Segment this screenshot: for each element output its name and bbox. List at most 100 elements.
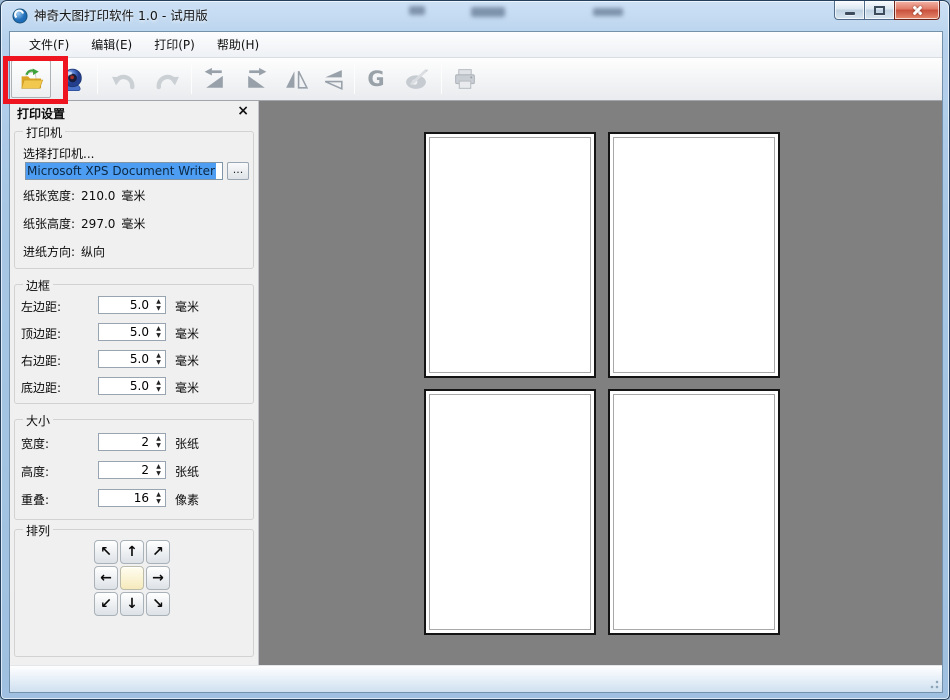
select-printer-label: 选择打印机... [23,147,95,161]
spin-value: 5.0 [129,379,149,393]
printer-name-input[interactable]: Microsoft XPS Document Writer [25,162,223,180]
arrange-up-left-button[interactable]: ↖ [94,540,118,564]
margin-left-spinbox[interactable]: 5.0 ▲ ▼ [98,296,166,314]
window-title: 神奇大图打印软件 1.0 - 试用版 [34,8,208,23]
spin-up-button[interactable]: ▲ [156,491,161,498]
watermark-smudge [471,7,505,17]
window-controls [834,1,940,20]
spin-down-button[interactable]: ▼ [156,305,161,312]
spin-up-button[interactable]: ▲ [156,352,161,359]
menu-file[interactable]: 文件(F) [18,32,80,57]
unit-label: 毫米 [175,327,200,341]
panel-header: 打印设置 × [10,103,258,123]
spin-up-button[interactable]: ▲ [156,379,161,386]
spin-up-button[interactable]: ▲ [156,325,161,332]
border-group: 边框 左边距: 5.0 ▲ ▼ 毫米 顶边距: 5.0 ▲ ▼ 毫米 右边距: … [14,277,254,404]
minimize-button[interactable] [834,1,864,20]
app-window: 神奇大图打印软件 1.0 - 试用版 文件(F) 编辑(E) 打印(P) 帮助(… [0,0,950,700]
client-area: 文件(F) 编辑(E) 打印(P) 帮助(H) G 打印设置 × 打印机 选择打… [9,31,943,693]
watermark-smudge [593,8,623,16]
page-margin-line [613,394,775,630]
unit-label: 张纸 [175,437,200,451]
arrange-up-right-button[interactable]: ↗ [146,540,170,564]
unit-label: 毫米 [175,381,200,395]
spin-up-button[interactable]: ▲ [156,463,161,470]
margin-bottom-label: 底边距: [21,381,62,395]
arrange-down-right-button[interactable]: ↘ [146,592,170,616]
close-icon [911,4,924,17]
printer-group: 打印机 选择打印机... Microsoft XPS Document Writ… [14,124,254,269]
arrange-right-button[interactable]: → [146,566,170,590]
resize-grip[interactable] [927,677,939,689]
spin-down-button[interactable]: ▼ [156,332,161,339]
close-button[interactable] [894,1,940,20]
browse-printer-button[interactable]: ... [227,162,249,180]
panel-title: 打印设置 [17,107,66,121]
print-button[interactable] [444,60,486,98]
sheets-wide-spinbox[interactable]: 2 ▲ ▼ [98,433,166,451]
spin-value: 2 [141,463,149,477]
margin-top-row: 顶边距: 5.0 ▲ ▼ 毫米 [15,323,253,341]
spin-up-button[interactable]: ▲ [156,298,161,305]
arrange-down-button[interactable]: ↓ [120,592,144,616]
sheets-high-row: 高度: 2 ▲ ▼ 张纸 [15,461,253,479]
printer-group-label: 打印机 [23,124,66,141]
unit-label: 张纸 [175,465,200,479]
margin-bottom-row: 底边距: 5.0 ▲ ▼ 毫米 [15,377,253,395]
arrange-left-button[interactable]: ← [94,566,118,590]
margin-right-spinbox[interactable]: 5.0 ▲ ▼ [98,350,166,368]
margin-right-label: 右边距: [21,354,62,368]
title-bar[interactable]: 神奇大图打印软件 1.0 - 试用版 [1,1,949,31]
spin-down-button[interactable]: ▼ [156,470,161,477]
margin-top-label: 顶边距: [21,327,62,341]
palette-button[interactable] [396,60,438,98]
paper-width-row: 纸张宽度: 210.0 毫米 [23,187,145,204]
palette-icon [406,68,429,89]
sheets-high-spinbox[interactable]: 2 ▲ ▼ [98,461,166,479]
overlap-row: 重叠: 16 ▲ ▼ 像素 [15,489,253,507]
preview-page-4 [608,389,780,635]
unit-label: 像素 [175,493,200,507]
paper-width-label: 纸张宽度: [23,189,76,203]
arrange-down-left-button[interactable]: ↙ [94,592,118,616]
flip-vertical-button[interactable] [314,60,352,98]
spin-down-button[interactable]: ▼ [156,386,161,393]
page-margin-line [613,137,775,373]
margin-left-label: 左边距: [21,300,62,314]
toolbar-separator [97,64,98,94]
spin-up-button[interactable]: ▲ [156,435,161,442]
overlap-label: 重叠: [21,493,50,507]
undo-icon [112,74,135,90]
rotate-right-button[interactable] [236,60,276,98]
menu-print[interactable]: 打印(P) [143,32,206,57]
spin-down-button[interactable]: ▼ [156,359,161,366]
margin-bottom-spinbox[interactable]: 5.0 ▲ ▼ [98,377,166,395]
overlap-spinbox[interactable]: 16 ▲ ▼ [98,489,166,507]
redo-button[interactable] [146,60,190,98]
size-group-label: 大小 [23,412,54,429]
size-group: 大小 宽度: 2 ▲ ▼ 张纸 高度: 2 ▲ ▼ 张纸 重叠: 16 ▲ ▼ … [14,412,254,520]
arrange-center-cell[interactable] [120,566,144,590]
menu-edit[interactable]: 编辑(E) [80,32,143,57]
print-settings-panel: 打印设置 × 打印机 选择打印机... Microsoft XPS Docume… [10,101,259,665]
toolbar: G [10,58,942,101]
preview-page-3 [424,389,596,635]
arrange-group: 排列 ↖ ↑ ↗ ← → ↙ ↓ ↘ [14,522,254,657]
margin-right-row: 右边距: 5.0 ▲ ▼ 毫米 [15,350,253,368]
preview-page-2 [608,132,780,378]
margin-top-spinbox[interactable]: 5.0 ▲ ▼ [98,323,166,341]
panel-close-button[interactable]: × [237,103,249,119]
rotate-left-icon [204,67,223,88]
rotate-left-button[interactable] [194,60,234,98]
preview-canvas[interactable] [259,101,942,665]
maximize-button[interactable] [864,1,894,20]
undo-button[interactable] [101,60,145,98]
spin-value: 5.0 [129,298,149,312]
flip-horizontal-button[interactable] [276,60,316,98]
flip-vertical-icon [324,69,343,90]
menu-help[interactable]: 帮助(H) [206,32,270,57]
spin-down-button[interactable]: ▼ [156,498,161,505]
spin-down-button[interactable]: ▼ [156,442,161,449]
grid-button[interactable]: G [357,60,395,98]
arrange-up-button[interactable]: ↑ [120,540,144,564]
